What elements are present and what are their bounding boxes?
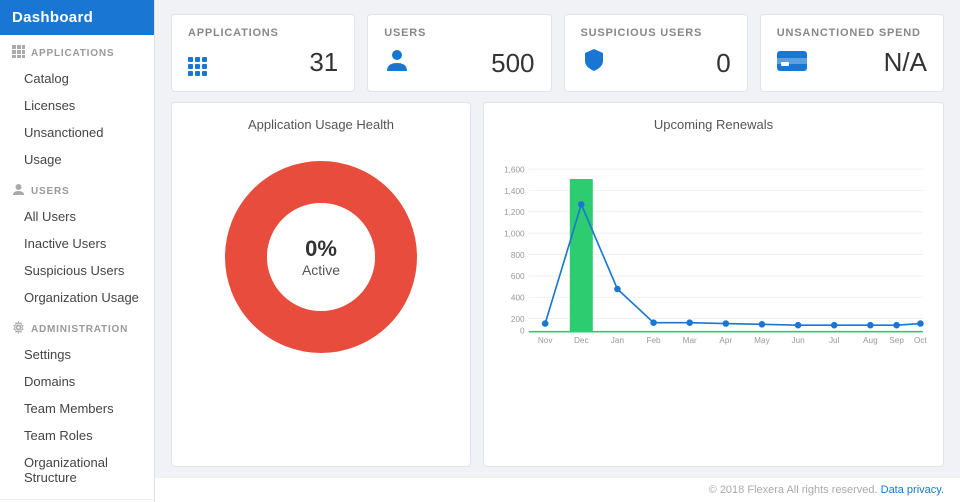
users-icon	[384, 47, 410, 79]
stat-spend-title: UNSANCTIONED SPEND	[777, 27, 927, 39]
renewals-svg: 1,600 1,400 1,200 1,000 800 600 400 200 …	[500, 142, 927, 372]
svg-text:1,400: 1,400	[504, 187, 525, 196]
stat-applications-title: APPLICATIONS	[188, 27, 338, 39]
spend-value: N/A	[884, 47, 927, 78]
user-section-icon	[12, 183, 25, 199]
users-section-label: USERS	[31, 186, 69, 197]
svg-text:May: May	[754, 336, 770, 345]
donut-chart-card: Application Usage Health 0% Active	[171, 102, 471, 467]
point-may	[759, 321, 766, 328]
renewals-chart-title: Upcoming Renewals	[500, 117, 927, 132]
svg-text:Apr: Apr	[719, 336, 732, 345]
point-apr	[723, 320, 730, 327]
admin-section-label: ADMINISTRATION	[31, 324, 128, 335]
svg-text:Aug: Aug	[863, 336, 878, 345]
gear-section-icon	[12, 321, 25, 337]
point-jan	[614, 286, 621, 293]
point-feb	[650, 319, 657, 326]
sidebar-item-team-roles[interactable]: Team Roles	[0, 422, 154, 449]
svg-text:400: 400	[511, 294, 525, 303]
sidebar-item-catalog[interactable]: Catalog	[0, 65, 154, 92]
renewals-line	[545, 204, 920, 325]
stat-spend-row: N/A	[777, 47, 927, 78]
stat-card-suspicious: SUSPICIOUS USERS 0	[564, 14, 748, 92]
point-aug	[867, 322, 874, 329]
donut-wrapper: 0% Active	[221, 157, 421, 357]
svg-text:Mar: Mar	[683, 336, 697, 345]
svg-text:Jan: Jan	[611, 336, 625, 345]
stat-suspicious-title: SUSPICIOUS USERS	[581, 27, 731, 39]
suspicious-icon	[581, 47, 607, 79]
point-jun	[795, 322, 802, 329]
footer-privacy-link[interactable]: Data privacy.	[881, 484, 944, 496]
sidebar-item-settings[interactable]: Settings	[0, 341, 154, 368]
grid-section-icon	[12, 45, 25, 61]
main-content: APPLICATIONS 31 USERS 500	[155, 0, 960, 502]
applications-value: 31	[309, 47, 338, 78]
renewals-chart-area: 1,600 1,400 1,200 1,000 800 600 400 200 …	[500, 142, 927, 372]
sidebar-header: Dashboard	[0, 0, 154, 35]
svg-text:Feb: Feb	[646, 336, 661, 345]
sidebar-item-org-usage[interactable]: Organization Usage	[0, 284, 154, 311]
stat-users-title: USERS	[384, 27, 534, 39]
point-dec	[578, 201, 585, 208]
svg-text:800: 800	[511, 251, 525, 260]
applications-section-label: APPLICATIONS	[31, 48, 114, 59]
sidebar-item-licenses[interactable]: Licenses	[0, 92, 154, 119]
stat-card-applications: APPLICATIONS 31	[171, 14, 355, 92]
applications-icon	[188, 50, 207, 76]
point-jul	[831, 322, 838, 329]
sidebar-item-suspicious-users[interactable]: Suspicious Users	[0, 257, 154, 284]
svg-text:1,600: 1,600	[504, 165, 525, 174]
svg-text:Jun: Jun	[791, 336, 805, 345]
footer: © 2018 Flexera All rights reserved. Data…	[155, 477, 960, 502]
renewals-chart-card: Upcoming Renewals 1,600 1,400 1,200 1,00…	[483, 102, 944, 467]
donut-label: 0% Active	[302, 236, 340, 278]
sidebar-divider	[0, 499, 154, 500]
svg-text:Oct: Oct	[914, 336, 927, 345]
svg-text:600: 600	[511, 272, 525, 281]
sidebar-item-usage[interactable]: Usage	[0, 146, 154, 173]
stat-applications-row: 31	[188, 47, 338, 78]
footer-text: © 2018 Flexera All rights reserved.	[709, 484, 878, 496]
svg-text:1,000: 1,000	[504, 229, 525, 238]
svg-text:Dec: Dec	[574, 336, 589, 345]
svg-text:Jul: Jul	[829, 336, 840, 345]
spend-icon	[777, 51, 807, 74]
donut-text: Active	[302, 262, 340, 278]
users-value: 500	[491, 48, 534, 79]
stat-users-row: 500	[384, 47, 534, 79]
svg-text:Nov: Nov	[538, 336, 553, 345]
stat-card-users: USERS 500	[367, 14, 551, 92]
point-nov	[542, 320, 549, 327]
svg-text:1,200: 1,200	[504, 208, 525, 217]
donut-container: 0% Active	[188, 142, 454, 372]
stat-card-spend: UNSANCTIONED SPEND N/A	[760, 14, 944, 92]
donut-chart-title: Application Usage Health	[188, 117, 454, 132]
sidebar-item-all-users[interactable]: All Users	[0, 203, 154, 230]
stats-row: APPLICATIONS 31 USERS 500	[155, 0, 960, 102]
sidebar-item-org-structure[interactable]: Organizational Structure	[0, 449, 154, 491]
sidebar-item-unsanctioned[interactable]: Unsanctioned	[0, 119, 154, 146]
suspicious-value: 0	[716, 48, 730, 79]
charts-row: Application Usage Health 0% Active	[155, 102, 960, 477]
point-oct	[917, 320, 924, 327]
sidebar-section-admin: ADMINISTRATION	[0, 311, 154, 341]
sidebar-item-inactive-users[interactable]: Inactive Users	[0, 230, 154, 257]
sidebar-item-domains[interactable]: Domains	[0, 368, 154, 395]
donut-pct: 0%	[302, 236, 340, 262]
stat-suspicious-row: 0	[581, 47, 731, 79]
sidebar-item-team-members[interactable]: Team Members	[0, 395, 154, 422]
svg-text:200: 200	[511, 315, 525, 324]
point-sep	[893, 322, 900, 329]
svg-text:Sep: Sep	[889, 336, 904, 345]
point-mar	[686, 319, 693, 326]
svg-text:0: 0	[520, 326, 525, 335]
sidebar-section-applications: APPLICATIONS	[0, 35, 154, 65]
sidebar-section-users: USERS	[0, 173, 154, 203]
sidebar: Dashboard APPLICATIONS Catalog Licenses …	[0, 0, 155, 502]
